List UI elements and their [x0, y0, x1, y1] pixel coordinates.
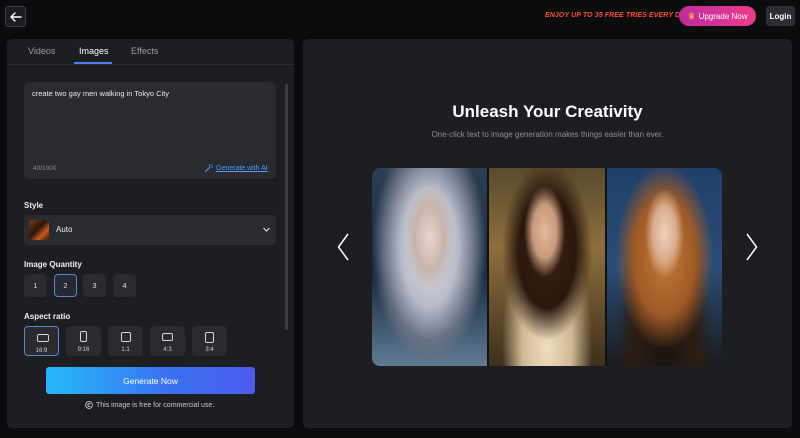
aspect-option-3-4[interactable]: 3:4: [192, 326, 227, 356]
chevron-down-icon: [263, 227, 270, 232]
tab-images[interactable]: Images: [79, 46, 109, 56]
back-button[interactable]: [5, 6, 26, 27]
promo-text: ENJOY UP TO 35 FREE TRIES EVERY DAY!: [545, 12, 693, 19]
generate-with-ai-link[interactable]: Generate with AI: [204, 164, 268, 173]
quantity-option-1[interactable]: 1: [24, 274, 47, 297]
aspect-option-1-1[interactable]: 1:1: [108, 326, 143, 356]
landscape-ratio-icon: [162, 333, 173, 341]
aspect-label-1-1: 1:1: [121, 347, 130, 353]
portrait-ratio-icon: [80, 331, 87, 342]
sample-image-renaissance-portrait: [606, 168, 722, 366]
magic-wand-icon: [204, 164, 213, 173]
generate-button[interactable]: Generate Now: [46, 367, 255, 394]
portrait-ratio-icon: [205, 332, 214, 343]
arrow-left-icon: [9, 11, 22, 22]
square-ratio-icon: [121, 332, 131, 342]
tab-bar: Videos Images Effects: [7, 39, 294, 65]
sample-image-gallery: [372, 168, 722, 366]
aspect-ratio-label: Aspect ratio: [24, 312, 71, 321]
style-dropdown[interactable]: Auto: [24, 215, 276, 245]
sample-image-princess-portrait: [489, 168, 605, 366]
aspect-label-16-9: 16:9: [35, 348, 48, 354]
crown-icon: ♛: [687, 10, 696, 21]
landscape-ratio-icon: [37, 334, 49, 342]
style-thumbnail: [29, 220, 49, 240]
prompt-text[interactable]: create two gay men walking in Tokyo City: [32, 89, 169, 98]
top-bar: ENJOY UP TO 35 FREE TRIES EVERY DAY! ♛ U…: [0, 0, 800, 33]
chevron-left-icon[interactable]: [337, 233, 349, 261]
copyright-icon: [85, 401, 93, 409]
panel-scrollbar[interactable]: [285, 84, 288, 330]
commercial-use-text: This image is free for commercial use.: [96, 401, 215, 409]
commercial-use-note: This image is free for commercial use.: [85, 401, 214, 409]
hero-title: Unleash Your Creativity: [452, 102, 643, 121]
tab-effects[interactable]: Effects: [131, 46, 158, 56]
chevron-right-icon[interactable]: [746, 233, 758, 261]
quantity-option-4[interactable]: 4: [113, 274, 136, 297]
tab-videos[interactable]: Videos: [28, 46, 55, 56]
preview-panel: Unleash Your Creativity One-click text t…: [303, 39, 792, 428]
upgrade-button[interactable]: ♛ Upgrade Now: [679, 6, 756, 26]
active-tab-indicator: [74, 62, 112, 64]
quantity-option-2[interactable]: 2: [54, 274, 77, 297]
aspect-label-3-4: 3:4: [205, 347, 214, 353]
sample-image-silver-hair-portrait: [372, 168, 488, 366]
style-selected-value: Auto: [56, 225, 73, 234]
aspect-label-4-3: 4:3: [163, 347, 172, 353]
quantity-label: Image Quantity: [24, 260, 82, 269]
hero-subtitle: One-click text to image generation makes…: [431, 130, 664, 139]
quantity-option-3[interactable]: 3: [83, 274, 106, 297]
char-counter: 40/1000: [33, 165, 57, 172]
generate-with-ai-label: Generate with AI: [216, 165, 268, 172]
aspect-option-16-9[interactable]: 16:9: [24, 326, 59, 356]
login-button[interactable]: Login: [766, 6, 795, 26]
upgrade-label: Upgrade Now: [698, 11, 748, 21]
aspect-label-9-16: 9:16: [77, 347, 90, 353]
aspect-option-9-16[interactable]: 9:16: [66, 326, 101, 356]
style-label: Style: [24, 201, 44, 210]
aspect-option-4-3[interactable]: 4:3: [150, 326, 185, 356]
